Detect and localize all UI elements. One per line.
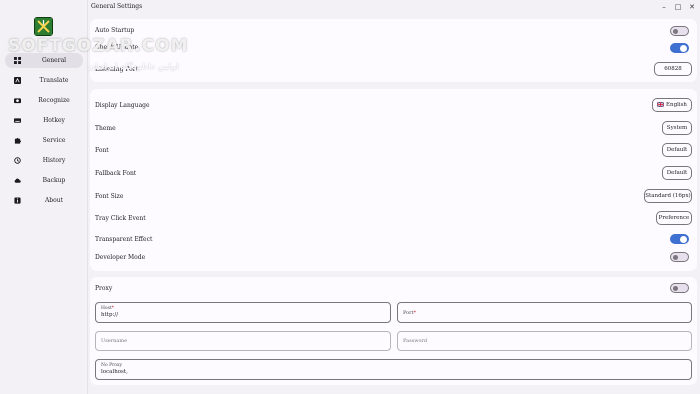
font-select[interactable]: Default	[662, 143, 692, 157]
auto-startup-label: Auto Startup	[95, 27, 135, 34]
sidebar-item-history[interactable]: History	[5, 153, 83, 168]
grid-icon	[13, 56, 22, 65]
username-field[interactable]: Username	[95, 331, 391, 351]
sidebar-item-translate[interactable]: Translate	[5, 73, 83, 88]
translate-icon	[13, 76, 22, 85]
sidebar-item-label: General	[41, 57, 67, 64]
listening-port-label: Listening Port	[95, 66, 139, 73]
info-icon	[13, 196, 22, 205]
uk-flag-icon	[657, 101, 665, 107]
transparent-effect-label: Transparent Effect	[95, 236, 153, 243]
listening-port-input[interactable]: 60828	[654, 62, 692, 76]
sidebar-item-label: Hotkey	[43, 117, 65, 124]
developer-mode-toggle[interactable]	[670, 252, 689, 262]
camera-icon	[13, 96, 22, 105]
sidebar-item-about[interactable]: About	[5, 193, 83, 208]
font-size-label: Font Size	[95, 193, 124, 200]
host-field-value: http://	[101, 312, 119, 318]
password-field[interactable]: Password	[397, 331, 692, 351]
proxy-toggle[interactable]	[670, 283, 689, 293]
sidebar-item-label: Backup	[42, 177, 66, 184]
host-field[interactable]: Host* http://	[95, 302, 391, 323]
check-update-toggle[interactable]	[670, 43, 689, 53]
display-language-value: English	[666, 102, 687, 108]
no-proxy-value: localhost,	[101, 369, 128, 375]
startup-card: Auto Startup Check Update Listening Port…	[90, 19, 697, 82]
tray-click-select[interactable]: Preference	[656, 211, 692, 225]
host-field-label: Host*	[101, 306, 115, 311]
font-size-select[interactable]: Standard (16px)	[644, 189, 692, 203]
sidebar-item-label: History	[42, 157, 66, 164]
username-placeholder: Username	[101, 338, 128, 344]
sidebar-item-label: Translate	[39, 77, 69, 84]
app-logo-icon	[34, 17, 53, 36]
sidebar-item-general[interactable]: General	[5, 53, 83, 68]
theme-label: Theme	[95, 125, 116, 132]
display-language-select[interactable]: English	[652, 98, 692, 112]
no-proxy-field[interactable]: No Proxy localhost,	[95, 359, 692, 380]
developer-mode-label: Developer Mode	[95, 254, 146, 261]
port-field[interactable]: Port*	[397, 302, 692, 323]
window-title: General Settings	[91, 3, 143, 10]
proxy-label: Proxy	[95, 285, 113, 292]
fallback-font-label: Fallback Font	[95, 170, 137, 177]
sidebar-item-service[interactable]: Service	[5, 133, 83, 148]
maximize-icon[interactable]: □	[672, 1, 684, 12]
history-icon	[13, 156, 22, 165]
appearance-card: Display Language English Theme System Fo…	[90, 89, 697, 271]
cloud-icon	[13, 176, 22, 185]
sidebar: General Translate Recognize Hotkey Servi…	[0, 0, 88, 394]
sidebar-item-label: Recognize	[38, 97, 70, 104]
sidebar-item-label: Service	[42, 137, 66, 144]
sidebar-item-label: About	[44, 197, 64, 204]
theme-select[interactable]: System	[662, 121, 692, 135]
sidebar-item-backup[interactable]: Backup	[5, 173, 83, 188]
sidebar-item-hotkey[interactable]: Hotkey	[5, 113, 83, 128]
puzzle-icon	[13, 136, 22, 145]
port-field-label: Port*	[403, 310, 417, 316]
transparent-effect-toggle[interactable]	[670, 234, 689, 244]
sidebar-item-recognize[interactable]: Recognize	[5, 93, 83, 108]
auto-startup-toggle[interactable]	[670, 26, 689, 36]
close-icon[interactable]: ✕	[686, 1, 698, 12]
proxy-card: Proxy Host* http:// Port* Username Passw…	[90, 277, 697, 385]
tray-click-label: Tray Click Event	[95, 215, 146, 222]
display-language-label: Display Language	[95, 102, 150, 109]
fallback-font-select[interactable]: Default	[662, 166, 692, 180]
no-proxy-label: No Proxy	[101, 363, 123, 368]
title-bar: General Settings – □ ✕	[88, 0, 700, 14]
keyboard-icon	[13, 116, 22, 125]
minimize-icon[interactable]: –	[658, 1, 670, 12]
font-label: Font	[95, 147, 109, 154]
password-placeholder: Password	[403, 338, 428, 344]
check-update-label: Check Update	[95, 44, 139, 51]
